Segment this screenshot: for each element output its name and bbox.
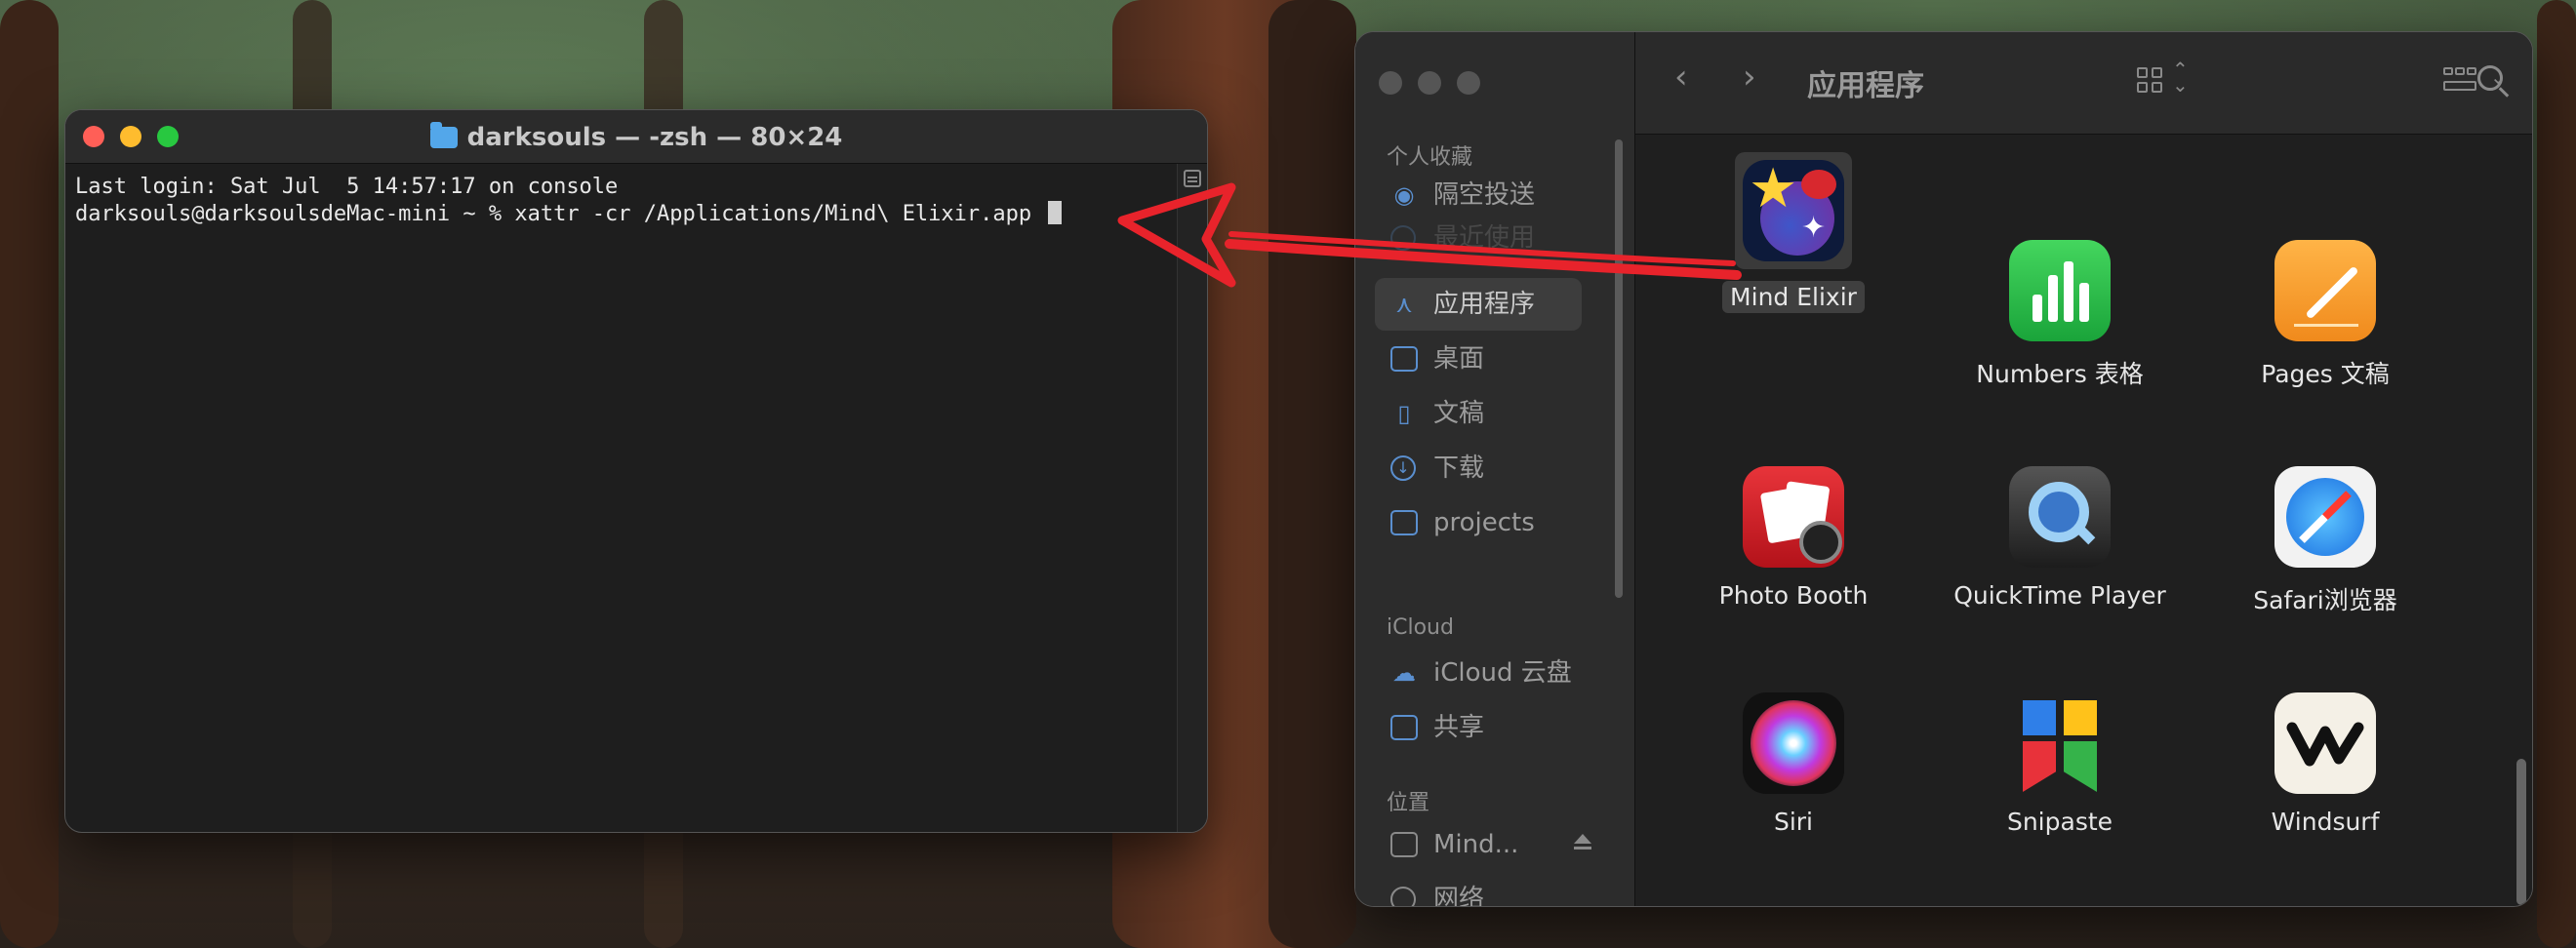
document-icon: ▯: [1397, 400, 1411, 427]
finder-content[interactable]: ★ ✦ Mind Elixir Numbers 表格 Pages 文稿 Phot…: [1635, 135, 2532, 906]
app-siri[interactable]: Siri: [1671, 692, 1915, 838]
sidebar-scrollbar[interactable]: [1615, 139, 1623, 598]
app-label: Safari浏览器: [2253, 586, 2397, 614]
app-numbers[interactable]: Numbers 表格: [1938, 240, 2182, 392]
window-title: 应用程序: [1807, 69, 1924, 103]
tree-trunk: [1268, 0, 1356, 948]
app-label: QuickTime Player: [1953, 581, 2166, 610]
terminal-line-last-login: Last login: Sat Jul 5 14:57:17 on consol…: [75, 175, 619, 199]
chevron-updown-icon[interactable]: ⌃ ⌄: [2172, 59, 2189, 95]
content-scrollbar[interactable]: [2516, 759, 2526, 905]
app-label: Windsurf: [2271, 808, 2380, 836]
numbers-icon: [2009, 240, 2111, 341]
sidebar-item-airdrop[interactable]: ◉ 隔空投送: [1375, 169, 1582, 221]
app-label: Snipaste: [2006, 808, 2113, 836]
app-safari[interactable]: Safari浏览器: [2203, 466, 2447, 618]
text-cursor: [1048, 201, 1063, 224]
sidebar-item-documents[interactable]: ▯ 文稿: [1375, 387, 1582, 440]
sidebar-item-network[interactable]: 网络: [1375, 873, 1582, 906]
pages-icon: [2274, 240, 2376, 341]
minimize-button[interactable]: [1418, 71, 1441, 95]
sidebar-item-applications[interactable]: ⋏ 应用程序: [1375, 278, 1582, 331]
close-button[interactable]: [1379, 71, 1402, 95]
airdrop-icon: ◉: [1393, 181, 1415, 209]
applications-icon: ⋏: [1395, 291, 1413, 318]
sidebar-item-mind-disk[interactable]: Mind...: [1375, 818, 1615, 871]
cloud-icon: ☁: [1392, 659, 1416, 687]
network-icon: [1390, 887, 1416, 906]
finder-sidebar: 个人收藏 ◉ 隔空投送 最近使用 ⋏ 应用程序 桌面 ▯ 文稿 ↓ 下载 pro…: [1355, 32, 1635, 906]
app-photo-booth[interactable]: Photo Booth: [1671, 466, 1915, 612]
snipaste-icon: [2009, 692, 2111, 794]
tree-trunk: [2537, 0, 2576, 948]
sidebar-section-locations: 位置: [1387, 791, 1430, 815]
app-label: Pages 文稿: [2261, 360, 2390, 388]
terminal-title: darksouls — -zsh — 80×24: [65, 122, 1207, 152]
windsurf-logo: [2286, 722, 2364, 767]
forward-button[interactable]: ›: [1743, 58, 1756, 97]
app-label: Photo Booth: [1718, 581, 1869, 610]
app-label: Mind Elixir: [1722, 281, 1865, 313]
tree-trunk: [0, 0, 59, 948]
sidebar-item-desktop[interactable]: 桌面: [1375, 333, 1582, 385]
app-label: Numbers 表格: [1976, 360, 2144, 388]
clock-icon: [1390, 225, 1416, 251]
terminal-window[interactable]: darksouls — -zsh — 80×24 Last login: Sat…: [64, 109, 1208, 833]
app-label: Siri: [1773, 808, 1814, 836]
photo-booth-icon: [1743, 466, 1844, 568]
download-icon: ↓: [1390, 455, 1416, 481]
sidebar-section-favorites: 个人收藏: [1387, 145, 1473, 170]
shared-folder-icon: [1390, 715, 1418, 740]
sidebar-item-shared[interactable]: 共享: [1375, 701, 1582, 754]
quicktime-icon: [2009, 466, 2111, 568]
windsurf-icon: [2274, 692, 2376, 794]
back-button[interactable]: ‹: [1674, 58, 1688, 97]
app-quicktime[interactable]: QuickTime Player: [1938, 466, 2182, 612]
terminal-titlebar[interactable]: darksouls — -zsh — 80×24: [65, 110, 1207, 164]
terminal-scrollbar[interactable]: [1177, 164, 1207, 832]
terminal-output[interactable]: Last login: Sat Jul 5 14:57:17 on consol…: [65, 164, 1178, 832]
app-windsurf[interactable]: Windsurf: [2203, 692, 2447, 838]
desktop-icon: [1390, 346, 1418, 372]
search-icon[interactable]: [2477, 65, 2503, 91]
finder-window[interactable]: 个人收藏 ◉ 隔空投送 最近使用 ⋏ 应用程序 桌面 ▯ 文稿 ↓ 下载 pro…: [1354, 31, 2533, 907]
split-pane-icon[interactable]: [1184, 170, 1201, 187]
zoom-button[interactable]: [1457, 71, 1480, 95]
disk-icon: [1390, 832, 1418, 857]
icon-view-button[interactable]: [2137, 67, 2164, 95]
app-pages[interactable]: Pages 文稿: [2203, 240, 2447, 392]
sidebar-item-downloads[interactable]: ↓ 下载: [1375, 442, 1582, 494]
sidebar-item-projects[interactable]: projects: [1375, 496, 1582, 549]
app-snipaste[interactable]: Snipaste: [1938, 692, 2182, 838]
sidebar-section-icloud: iCloud: [1387, 615, 1454, 640]
terminal-prompt-line: darksouls@darksoulsdeMac-mini ~ % xattr …: [75, 201, 1168, 228]
folder-icon: [429, 122, 458, 148]
app-mind-elixir[interactable]: ★ ✦ Mind Elixir: [1671, 152, 1915, 313]
mind-elixir-icon: ★ ✦: [1743, 160, 1844, 261]
sidebar-item-icloud-drive[interactable]: ☁ iCloud 云盘: [1375, 647, 1582, 699]
siri-icon: [1743, 692, 1844, 794]
finder-toolbar: ‹ › 应用程序 ⌃⌄ ⌄ »: [1635, 32, 2532, 135]
sidebar-item-recents[interactable]: 最近使用: [1375, 223, 1582, 253]
group-button[interactable]: [2443, 67, 2476, 95]
folder-icon: [1390, 510, 1418, 535]
eject-icon[interactable]: [1574, 834, 1591, 849]
safari-icon: [2274, 466, 2376, 568]
